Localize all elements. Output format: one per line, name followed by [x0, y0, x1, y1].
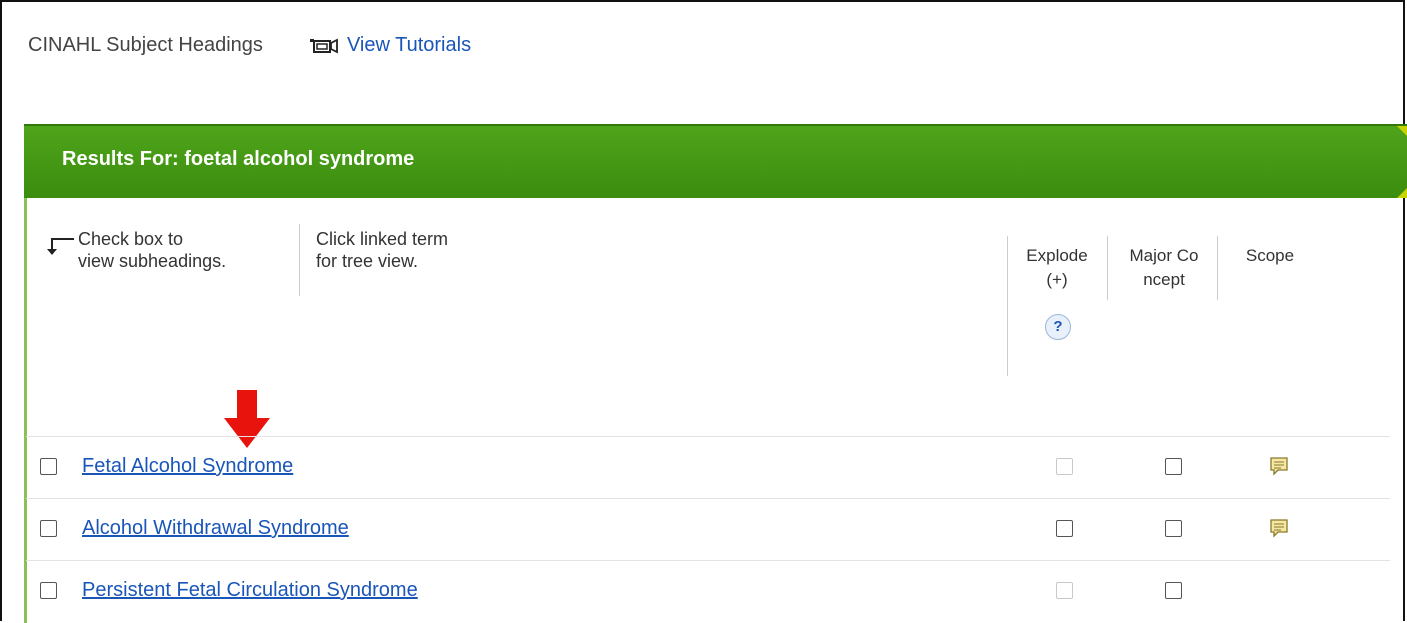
help-icon[interactable]: ?: [1045, 314, 1071, 340]
check-box-instruction: Check box to view subheadings.: [78, 228, 226, 272]
result-row: Fetal Alcohol Syndrome: [26, 436, 1390, 499]
explode-column-header: Explode (+): [1012, 244, 1102, 292]
results-header: Results For: foetal alcohol syndrome: [24, 124, 1407, 198]
major-concept-checkbox[interactable]: [1165, 520, 1182, 537]
column-header-line: Major Co: [1129, 246, 1199, 265]
major-concept-column-header: Major Co ncept: [1110, 244, 1218, 292]
bent-arrow-icon: [47, 238, 74, 255]
scope-note-icon[interactable]: [1269, 518, 1289, 538]
video-camera-icon: [309, 38, 338, 53]
instruction-divider: [299, 224, 300, 296]
header-corner-accent-bottom: [1397, 188, 1407, 198]
instruction-line: Check box to: [78, 229, 184, 249]
instruction-line: Click linked term: [316, 229, 449, 249]
term-link[interactable]: Fetal Alcohol Syndrome: [82, 455, 293, 478]
column-divider: [1217, 236, 1218, 300]
column-header-line: Explode: [1026, 246, 1088, 265]
instruction-line: view subheadings.: [78, 251, 227, 271]
column-header-line: (+): [1046, 270, 1068, 289]
column-divider: [1007, 236, 1008, 376]
click-term-instruction: Click linked term for tree view.: [316, 228, 448, 272]
subheading-checkbox[interactable]: [40, 520, 57, 537]
view-tutorials-text[interactable]: View Tutorials: [347, 34, 471, 57]
header-corner-accent-top: [1397, 126, 1407, 136]
explode-checkbox: [1056, 458, 1073, 475]
results-header-title: Results For: foetal alcohol syndrome: [62, 148, 415, 170]
subheading-checkbox[interactable]: [40, 582, 57, 599]
explode-checkbox: [1056, 582, 1073, 599]
major-concept-checkbox[interactable]: [1165, 458, 1182, 475]
column-divider: [1107, 236, 1108, 300]
column-header-line: ncept: [1143, 270, 1185, 289]
subheading-checkbox[interactable]: [40, 458, 57, 475]
major-concept-checkbox[interactable]: [1165, 582, 1182, 599]
view-tutorials-link[interactable]: View Tutorials: [309, 34, 471, 57]
scope-column-header: Scope: [1245, 246, 1295, 265]
explode-checkbox[interactable]: [1056, 520, 1073, 537]
result-row: Persistent Fetal Circulation Syndrome: [26, 560, 1390, 623]
page-title: CINAHL Subject Headings: [28, 34, 263, 56]
term-link[interactable]: Persistent Fetal Circulation Syndrome: [82, 579, 418, 602]
result-row: Alcohol Withdrawal Syndrome: [26, 498, 1390, 561]
term-link[interactable]: Alcohol Withdrawal Syndrome: [82, 517, 349, 540]
instruction-line: for tree view.: [316, 251, 419, 271]
top-bar: CINAHL Subject Headings View Tutorials: [28, 34, 471, 57]
scope-note-icon[interactable]: [1269, 456, 1289, 476]
